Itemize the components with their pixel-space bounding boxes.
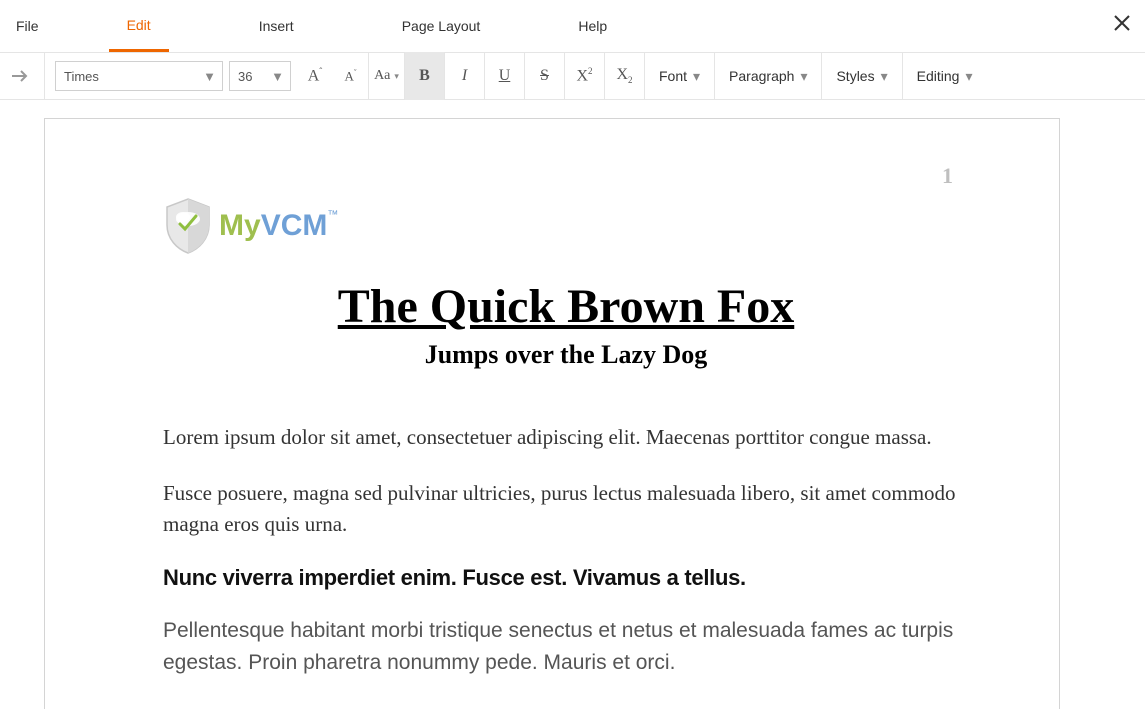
decrease-font-icon: Aˇ bbox=[344, 68, 356, 84]
change-case-icon: Aa bbox=[374, 68, 390, 84]
menu-bar: File Edit Insert Page Layout Help bbox=[0, 0, 1145, 52]
superscript-icon: X2 bbox=[576, 66, 592, 85]
italic-icon: I bbox=[462, 67, 467, 85]
toolbar: Times ▼ 36 ▼ Aˆ Aˇ Aa ▾ B I U S X2 X2 Fo… bbox=[0, 52, 1145, 100]
chevron-down-icon: ▼ bbox=[203, 69, 216, 84]
chevron-down-icon: ▾ bbox=[800, 68, 807, 85]
font-dropdown[interactable]: Font ▾ bbox=[645, 52, 715, 100]
logo-tm: ™ bbox=[327, 209, 338, 221]
logo-part1: My bbox=[219, 209, 261, 242]
chevron-down-icon: ▾ bbox=[881, 68, 888, 85]
font-size-select[interactable]: 36 ▼ bbox=[229, 61, 291, 91]
increase-font-button[interactable]: Aˆ bbox=[297, 52, 333, 100]
document-page[interactable]: 1 MyVCM™ The Quick Brown Fox Jumps over … bbox=[44, 118, 1060, 709]
font-size-value: 36 bbox=[238, 69, 252, 84]
underline-button[interactable]: U bbox=[485, 52, 525, 100]
editing-dropdown[interactable]: Editing ▾ bbox=[903, 52, 987, 100]
styles-dropdown[interactable]: Styles ▾ bbox=[822, 52, 902, 100]
change-case-button[interactable]: Aa ▾ bbox=[369, 52, 405, 100]
logo: MyVCM™ bbox=[163, 197, 969, 255]
logo-part2: VCM bbox=[261, 209, 328, 242]
increase-font-icon: Aˆ bbox=[308, 66, 323, 85]
editing-dropdown-label: Editing bbox=[917, 68, 960, 84]
paragraph-4[interactable]: Pellentesque habitant morbi tristique se… bbox=[163, 615, 969, 678]
share-icon bbox=[12, 69, 32, 83]
styles-dropdown-label: Styles bbox=[836, 68, 874, 84]
chevron-down-icon: ▾ bbox=[693, 68, 700, 85]
document-area[interactable]: 1 MyVCM™ The Quick Brown Fox Jumps over … bbox=[0, 100, 1145, 709]
menu-edit[interactable]: Edit bbox=[109, 0, 169, 52]
close-icon bbox=[1113, 14, 1131, 32]
bold-icon: B bbox=[419, 67, 430, 85]
underline-icon: U bbox=[499, 67, 511, 85]
share-button[interactable] bbox=[4, 58, 40, 94]
menu-file[interactable]: File bbox=[6, 0, 49, 52]
paragraph-3[interactable]: Nunc viverra imperdiet enim. Fusce est. … bbox=[163, 565, 969, 591]
paragraph-1[interactable]: Lorem ipsum dolor sit amet, consectetuer… bbox=[163, 422, 969, 452]
font-family-select[interactable]: Times ▼ bbox=[55, 61, 223, 91]
paragraph-dropdown[interactable]: Paragraph ▾ bbox=[715, 52, 822, 100]
shield-icon bbox=[163, 197, 213, 255]
subscript-icon: X2 bbox=[616, 66, 632, 85]
page-number: 1 bbox=[942, 163, 953, 189]
chevron-down-icon: ▾ bbox=[394, 71, 399, 82]
superscript-button[interactable]: X2 bbox=[565, 52, 605, 100]
strikethrough-icon: S bbox=[540, 67, 549, 85]
document-subtitle[interactable]: Jumps over the Lazy Dog bbox=[163, 340, 969, 370]
close-button[interactable] bbox=[1113, 14, 1131, 32]
toolbar-separator bbox=[44, 53, 45, 99]
paragraph-2[interactable]: Fusce posuere, magna sed pulvinar ultric… bbox=[163, 478, 969, 539]
italic-button[interactable]: I bbox=[445, 52, 485, 100]
subscript-button[interactable]: X2 bbox=[605, 52, 645, 100]
document-title[interactable]: The Quick Brown Fox bbox=[163, 279, 969, 334]
menu-insert[interactable]: Insert bbox=[241, 0, 312, 52]
logo-text: MyVCM™ bbox=[219, 209, 338, 243]
menu-help[interactable]: Help bbox=[560, 0, 625, 52]
chevron-down-icon: ▼ bbox=[271, 69, 284, 84]
strikethrough-button[interactable]: S bbox=[525, 52, 565, 100]
paragraph-dropdown-label: Paragraph bbox=[729, 68, 794, 84]
font-family-value: Times bbox=[64, 69, 99, 84]
decrease-font-button[interactable]: Aˇ bbox=[333, 52, 369, 100]
bold-button[interactable]: B bbox=[405, 52, 445, 100]
menu-page-layout[interactable]: Page Layout bbox=[384, 0, 499, 52]
font-dropdown-label: Font bbox=[659, 68, 687, 84]
chevron-down-icon: ▾ bbox=[965, 68, 972, 85]
